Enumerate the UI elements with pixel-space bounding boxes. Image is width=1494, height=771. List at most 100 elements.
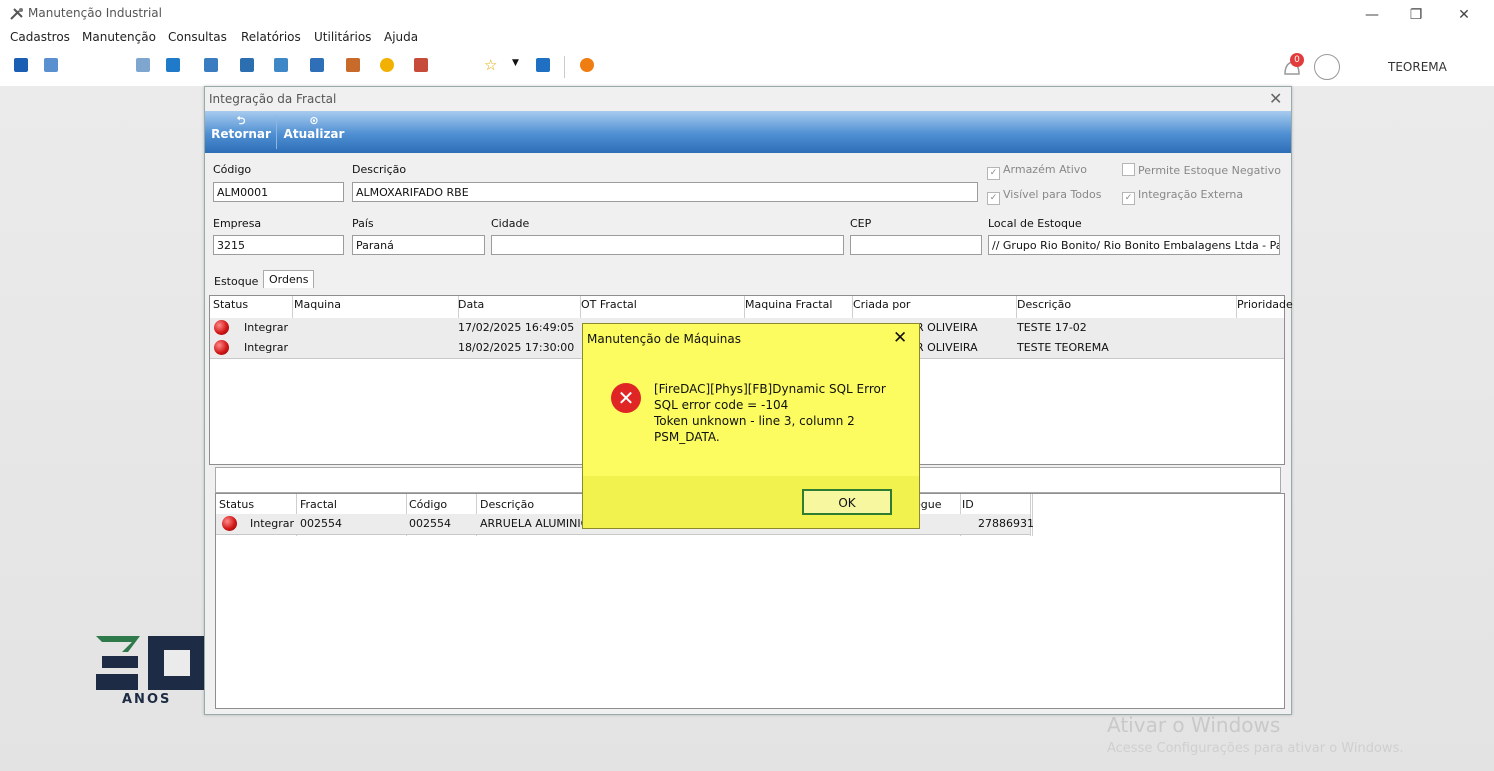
row-data: 18/02/2025 17:30:00: [458, 341, 575, 354]
user-name[interactable]: TEOREMA: [1388, 60, 1447, 74]
calculator-icon[interactable]: [274, 58, 288, 72]
row-descricao: TESTE 17-02: [1017, 321, 1087, 334]
empresa-label: Empresa: [213, 217, 262, 230]
app-icon: [10, 7, 24, 21]
menu-consultas[interactable]: Consultas: [168, 30, 227, 44]
cep-field[interactable]: [850, 235, 982, 255]
cidade-label: Cidade: [491, 217, 530, 230]
col-criada-por[interactable]: Criada por: [853, 298, 910, 311]
toolbar-separator: [564, 56, 565, 78]
minimize-button[interactable]: —: [1352, 4, 1392, 26]
status-dot-icon: [214, 340, 229, 355]
status-dot-icon: [214, 320, 229, 335]
window-title: Integração da Fractal: [209, 92, 337, 106]
back-arrow-icon: ⮌: [236, 114, 246, 127]
calendar-icon[interactable]: [204, 58, 218, 72]
menu-utilitarios[interactable]: Utilitários: [314, 30, 371, 44]
pais-label: País: [352, 217, 374, 230]
integracao-label: Integração Externa: [1138, 188, 1244, 201]
logo-anos-text: ANOS: [122, 692, 172, 707]
users-icon[interactable]: [44, 58, 58, 72]
document-icon[interactable]: [136, 58, 150, 72]
activation-watermark-subtitle: Acesse Configurações para ativar o Windo…: [1107, 741, 1404, 756]
row-descricao: ARRUELA ALUMINIO: [480, 517, 590, 530]
action-ribbon: ⮌ Retornar ⊙ Atualizar: [205, 111, 1291, 153]
col-codigo[interactable]: Código: [409, 498, 447, 511]
user-avatar-icon[interactable]: [1314, 54, 1340, 80]
menu-manutencao[interactable]: Manutenção: [82, 30, 156, 44]
permite-negativo-label: Permite Estoque Negativo: [1138, 164, 1281, 177]
codigo-label: Código: [213, 163, 252, 176]
activation-watermark-title: Ativar o Windows: [1107, 713, 1281, 737]
col-id[interactable]: ID: [962, 498, 974, 511]
pais-field[interactable]: Paraná: [352, 235, 485, 255]
col-ot-fractal[interactable]: OT Fractal: [581, 298, 637, 311]
col-data[interactable]: Data: [458, 298, 484, 311]
power-icon[interactable]: [580, 58, 594, 72]
calendar-2-icon[interactable]: [310, 58, 324, 72]
notification-badge: 0: [1290, 53, 1304, 67]
col-status[interactable]: Status: [213, 298, 248, 311]
col-status[interactable]: Status: [219, 498, 254, 511]
error-line: [FireDAC][Phys][FB]Dynamic SQL Error: [654, 382, 886, 396]
descricao-field[interactable]: ALMOXARIFADO RBE: [352, 182, 978, 202]
restore-button[interactable]: ❐: [1396, 4, 1436, 26]
integracao-checkbox[interactable]: ✓ Integração Externa: [1122, 188, 1243, 205]
report-icon[interactable]: [240, 58, 254, 72]
col-prioridade[interactable]: Prioridade: [1237, 298, 1293, 311]
row-criada-por: R OLIVEIRA: [916, 321, 978, 334]
visivel-checkbox[interactable]: ✓ Visível para Todos: [987, 188, 1101, 205]
dialog-footer: OK: [583, 476, 919, 528]
folder-icon[interactable]: [14, 58, 28, 72]
refresh-button[interactable]: ⊙ Atualizar: [281, 111, 347, 153]
lock-icon[interactable]: [380, 58, 394, 72]
local-estoque-field[interactable]: // Grupo Rio Bonito/ Rio Bonito Embalage…: [988, 235, 1280, 255]
ribbon-separator: [276, 115, 277, 149]
local-estoque-label: Local de Estoque: [988, 217, 1082, 230]
armazem-ativo-checkbox[interactable]: ✓ Armazém Ativo: [987, 163, 1087, 180]
search-report-icon[interactable]: [414, 58, 428, 72]
menu-bar: Cadastros Manutenção Consultas Relatório…: [0, 28, 1494, 48]
close-button[interactable]: ✕: [1444, 4, 1484, 26]
star-icon[interactable]: ☆: [484, 56, 497, 74]
permite-negativo-checkbox[interactable]: Permite Estoque Negativo: [1122, 163, 1281, 177]
error-icon: ✕: [611, 383, 641, 413]
error-dialog: Manutenção de Máquinas ✕ ✕ [FireDAC][Phy…: [582, 323, 920, 529]
window-close-button[interactable]: ✕: [1269, 89, 1282, 108]
col-descricao[interactable]: Descrição: [480, 498, 534, 511]
calendar-3-icon[interactable]: [346, 58, 360, 72]
toolbar: ☆ ▼ 0 TEOREMA: [0, 48, 1494, 87]
back-button[interactable]: ⮌ Retornar: [209, 111, 273, 153]
chevron-down-icon[interactable]: ▼: [512, 58, 519, 68]
armazem-ativo-label: Armazém Ativo: [1003, 163, 1088, 176]
col-maquina-fractal[interactable]: Maquina Fractal: [745, 298, 832, 311]
menu-ajuda[interactable]: Ajuda: [384, 30, 418, 44]
col-descricao[interactable]: Descrição: [1017, 298, 1071, 311]
col-maquina[interactable]: Maquina: [294, 298, 341, 311]
window-icon[interactable]: [536, 58, 550, 72]
status-dot-icon: [222, 516, 237, 531]
error-line: PSM_DATA.: [654, 430, 720, 444]
error-line: Token unknown - line 3, column 2: [654, 414, 855, 428]
row-status: Integrar: [244, 321, 289, 334]
col-fractal[interactable]: Fractal: [300, 498, 337, 511]
menu-cadastros[interactable]: Cadastros: [10, 30, 70, 44]
error-line: SQL error code = -104: [654, 398, 789, 412]
row-criada-por: R OLIVEIRA: [916, 341, 978, 354]
cidade-field[interactable]: [491, 235, 844, 255]
refresh-label: Atualizar: [283, 127, 345, 141]
tab-estoque[interactable]: Estoque: [209, 273, 263, 290]
row-status: Integrar: [250, 517, 295, 530]
back-label: Retornar: [211, 127, 271, 141]
dialog-close-button[interactable]: ✕: [893, 328, 907, 348]
empresa-field[interactable]: 3215: [213, 235, 344, 255]
app-title: Manutenção Industrial: [28, 6, 162, 20]
ok-button[interactable]: OK: [802, 489, 892, 515]
tab-ordens[interactable]: Ordens: [263, 270, 315, 288]
menu-relatorios[interactable]: Relatórios: [241, 30, 301, 44]
row-data: 17/02/2025 16:49:05: [458, 321, 575, 334]
row-id: 27886931: [978, 517, 1034, 530]
card-icon[interactable]: [166, 58, 180, 72]
codigo-field[interactable]: ALM0001: [213, 182, 344, 202]
descricao-label: Descrição: [352, 163, 407, 176]
